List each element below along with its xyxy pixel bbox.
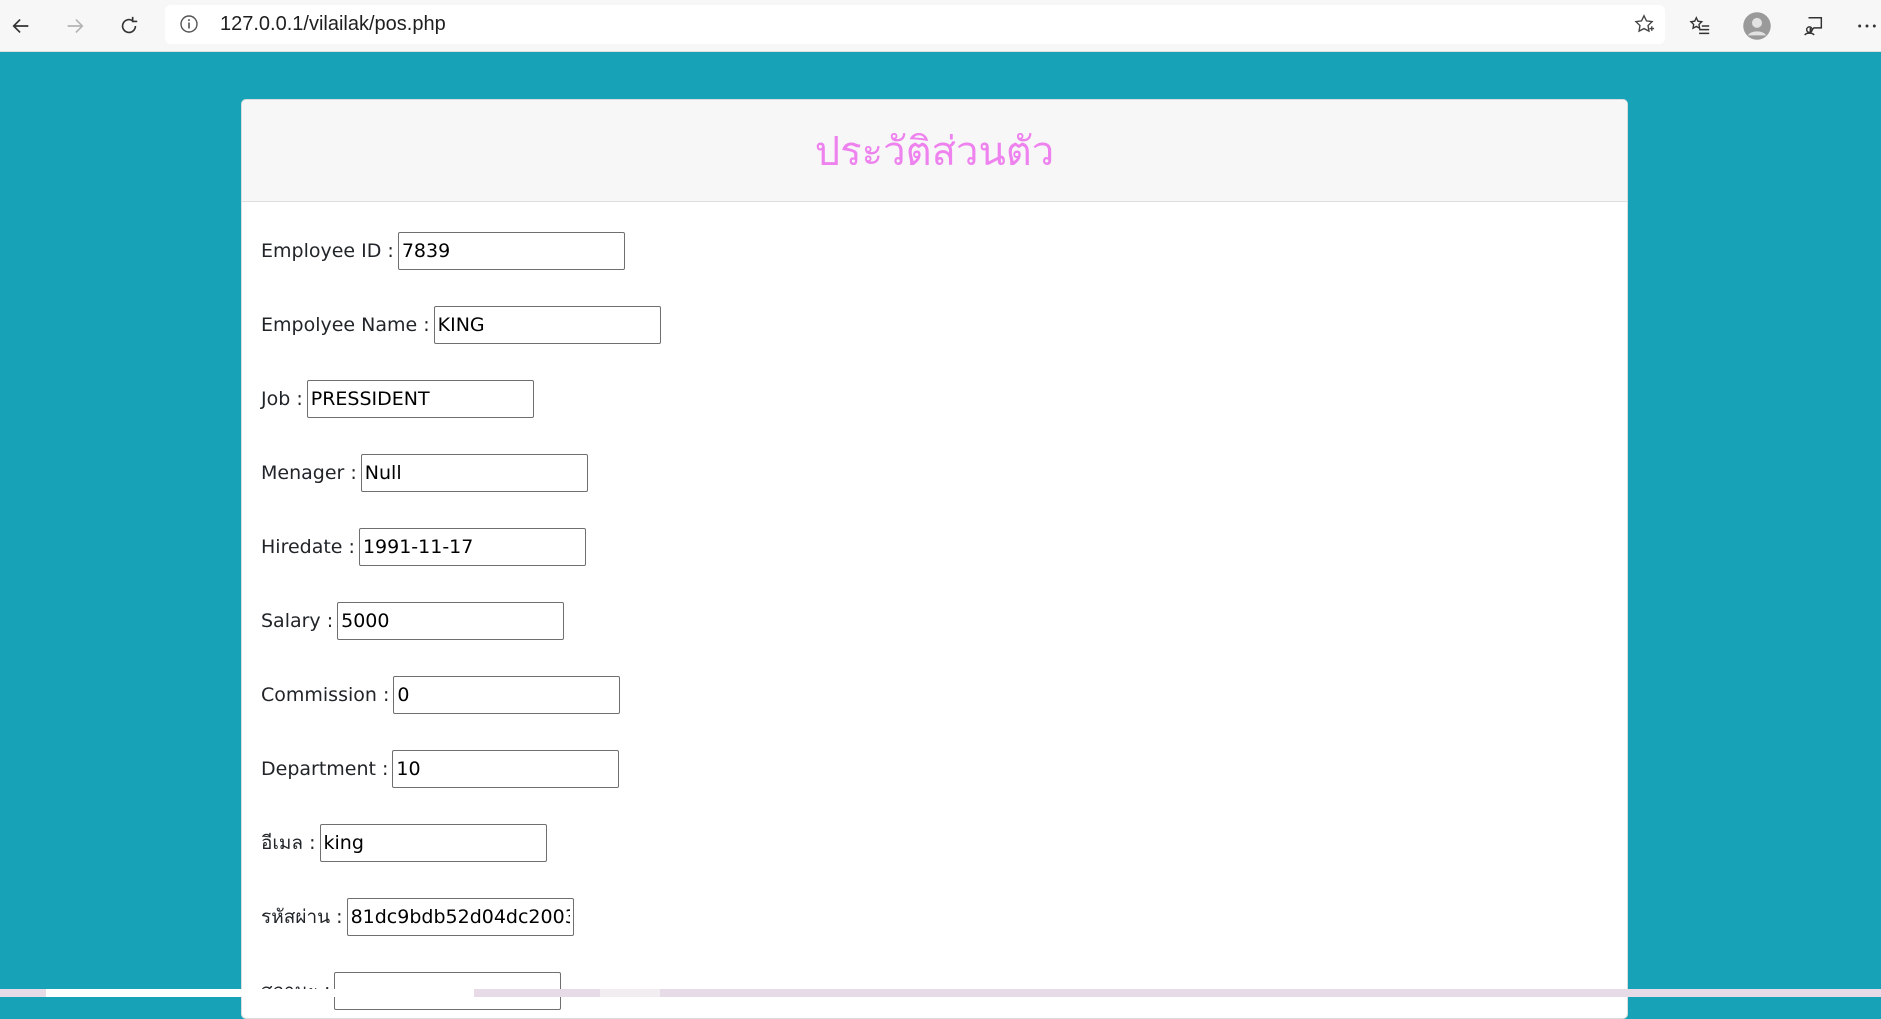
commission-label: Commission : bbox=[261, 684, 390, 706]
profile-avatar-icon bbox=[1743, 12, 1771, 40]
employee-name-input[interactable] bbox=[433, 306, 661, 344]
bottom-strip-segment bbox=[600, 989, 660, 997]
form-row-email: อีเมล : bbox=[261, 824, 1627, 898]
more-menu-button[interactable] bbox=[1848, 7, 1881, 45]
form-row-commission: Commission : bbox=[261, 676, 1627, 750]
manager-label: Menager : bbox=[261, 462, 357, 484]
password-label: รหัสผ่าน : bbox=[261, 906, 343, 928]
email-input[interactable] bbox=[319, 824, 547, 862]
bottom-strip-segment bbox=[46, 989, 474, 997]
refresh-icon bbox=[121, 16, 138, 34]
form-row-department: Department : bbox=[261, 750, 1627, 824]
form-row-employee-name: Empolyee Name : bbox=[261, 306, 1627, 380]
salary-input[interactable] bbox=[337, 602, 565, 640]
profile-card: ประวัติส่วนตัว Employee ID : Empolyee Na… bbox=[241, 99, 1628, 1019]
info-icon[interactable] bbox=[179, 14, 199, 34]
form-row-password: รหัสผ่าน : bbox=[261, 898, 1627, 972]
hiredate-label: Hiredate : bbox=[261, 536, 355, 558]
feedback-button[interactable] bbox=[1795, 7, 1833, 45]
commission-input[interactable] bbox=[393, 676, 621, 714]
bottom-strip bbox=[0, 989, 1881, 997]
hiredate-input[interactable] bbox=[358, 528, 586, 566]
address-bar[interactable]: 127.0.0.1/vilailak/pos.php bbox=[165, 5, 1665, 44]
employee-id-input[interactable] bbox=[397, 232, 625, 270]
browser-toolbar: 127.0.0.1/vilailak/pos.php bbox=[0, 0, 1881, 52]
feedback-icon bbox=[1804, 17, 1823, 36]
back-button[interactable] bbox=[2, 7, 40, 45]
employee-id-label: Employee ID : bbox=[261, 240, 394, 262]
page-title: ประวัติส่วนตัว bbox=[814, 128, 1055, 175]
employee-name-label: Empolyee Name : bbox=[261, 314, 430, 336]
favorite-star-icon[interactable] bbox=[1633, 13, 1655, 35]
password-input[interactable] bbox=[346, 898, 574, 936]
email-label: อีเมล : bbox=[261, 832, 316, 854]
department-input[interactable] bbox=[392, 750, 620, 788]
forward-button[interactable] bbox=[56, 7, 94, 45]
form-row-job: Job : bbox=[261, 380, 1627, 454]
more-dots-icon bbox=[1858, 24, 1876, 28]
form-row-manager: Menager : bbox=[261, 454, 1627, 528]
employee-form: Employee ID : Empolyee Name : Job : Mena… bbox=[242, 202, 1627, 1018]
profile-button[interactable] bbox=[1738, 7, 1776, 45]
department-label: Department : bbox=[261, 758, 389, 780]
salary-label: Salary : bbox=[261, 610, 334, 632]
favorites-list-icon bbox=[1689, 16, 1710, 35]
back-arrow-icon bbox=[12, 18, 29, 34]
form-row-salary: Salary : bbox=[261, 602, 1627, 676]
refresh-button[interactable] bbox=[110, 7, 148, 45]
form-row-hiredate: Hiredate : bbox=[261, 528, 1627, 602]
favorites-button[interactable] bbox=[1681, 7, 1719, 45]
job-input[interactable] bbox=[306, 380, 534, 418]
manager-input[interactable] bbox=[360, 454, 588, 492]
card-header: ประวัติส่วนตัว bbox=[242, 100, 1627, 202]
form-row-employee-id: Employee ID : bbox=[261, 232, 1627, 306]
url-text: 127.0.0.1/vilailak/pos.php bbox=[220, 13, 446, 35]
job-label: Job : bbox=[261, 388, 303, 410]
forward-arrow-icon bbox=[67, 18, 84, 34]
